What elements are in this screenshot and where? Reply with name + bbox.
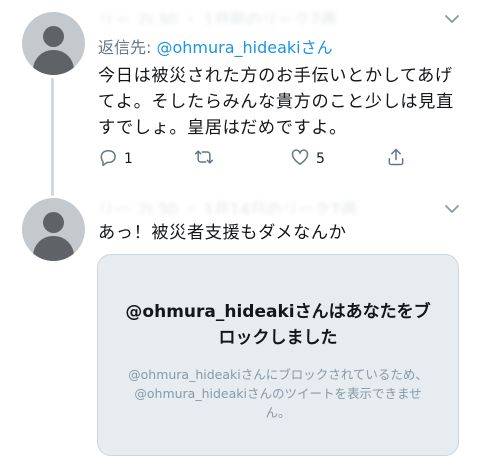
chevron-down-icon[interactable] (444, 200, 460, 213)
blocked-description: @ohmura_hideakiさんにブロックされているため、@ohmura_hi… (128, 367, 428, 420)
tweet-text: あっ！被災者支援もダメなんか (98, 223, 347, 243)
chevron-down-icon[interactable] (444, 10, 460, 23)
tweet-header-blurred: リー_2L30 ・ 1月前のリーク7週 (98, 10, 336, 24)
retweet-icon (194, 147, 214, 171)
tweet-header-blurred: リー_2L30 ・ 1月14日のリーク7週 (98, 200, 357, 214)
share-icon (386, 147, 406, 171)
reply-icon (98, 147, 118, 171)
tweet-reply[interactable]: リー_2L30 ・ 1月14日のリーク7週 あっ！被災者支援もダメなんか @oh… (0, 190, 480, 472)
tweet-text: 今日は被災された方のお手伝いとかしてあげてよ。そしたらみんな貴方のこと少しは見直… (98, 66, 454, 138)
reply-button[interactable]: 1 (98, 148, 133, 170)
avatar-head-shape (43, 212, 64, 233)
avatar[interactable] (22, 198, 85, 261)
tweet-actions-cropped (98, 466, 418, 472)
avatar-body-shape (33, 50, 74, 75)
blocked-title: @ohmura_hideakiさんはあなたをブロックしました (125, 302, 431, 348)
avatar[interactable] (22, 12, 85, 75)
reply-to-prefix: 返信先: (98, 38, 157, 57)
like-count: 5 (316, 151, 325, 167)
avatar-head-shape (43, 26, 64, 47)
reply-to-handle-link[interactable]: @ohmura_hideakiさん (156, 38, 332, 57)
retweet-button[interactable] (194, 148, 220, 170)
reply-to-line: 返信先: @ohmura_hideakiさん (98, 34, 333, 58)
like-button[interactable]: 5 (290, 148, 325, 170)
tweet-actions: 1 5 (98, 148, 418, 170)
tweet-reply[interactable]: リー_2L30 ・ 1月前のリーク7週 返信先: @ohmura_hideaki… (0, 0, 480, 190)
share-button[interactable] (386, 148, 406, 170)
avatar-body-shape (33, 236, 74, 261)
reply-count: 1 (124, 151, 133, 167)
heart-icon (290, 147, 310, 171)
blocked-quote-card: @ohmura_hideakiさんはあなたをブロックしました @ohmura_h… (97, 254, 459, 456)
